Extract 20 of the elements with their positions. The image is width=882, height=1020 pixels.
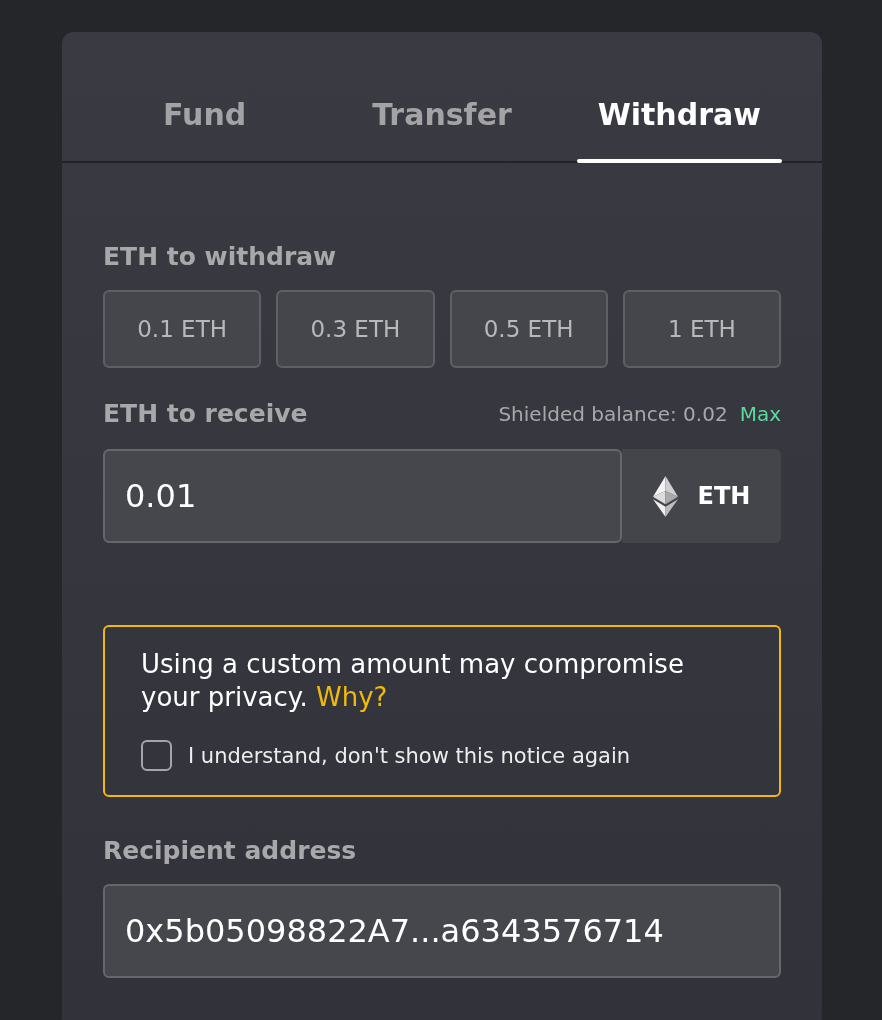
privacy-warning-text: Using a custom amount may compromise your privacy. Why? [141,648,685,714]
field-label: ETH to withdraw [103,242,338,272]
balance-text: Shielded balance: 0.02 [498,401,728,427]
amount-input[interactable]: 0.01 [103,449,622,543]
address-input[interactable]: 0x5b05098822A7...a6343576714 [103,884,781,978]
tab[interactable]: Transfer [339,32,545,163]
tab[interactable]: Withdraw [576,32,782,163]
currency-label: ETH [697,481,751,512]
field-label: ETH to receive [103,399,308,429]
why-link[interactable]: Why? [315,682,388,712]
field-label: Recipient address [103,836,358,866]
tab[interactable]: Fund [102,32,308,163]
checkbox-label[interactable]: I understand, don't show this notice again [188,741,631,770]
amount-preset[interactable]: 0.3 ETH [276,290,435,368]
max-link[interactable]: Max [739,401,781,427]
amount-preset[interactable]: 0.1 ETH [103,290,262,368]
eth-logo-icon [652,475,678,517]
notice-checkbox[interactable] [141,740,172,771]
amount-preset[interactable]: 0.5 ETH [449,290,608,368]
amount-preset[interactable]: 1 ETH [622,290,781,368]
